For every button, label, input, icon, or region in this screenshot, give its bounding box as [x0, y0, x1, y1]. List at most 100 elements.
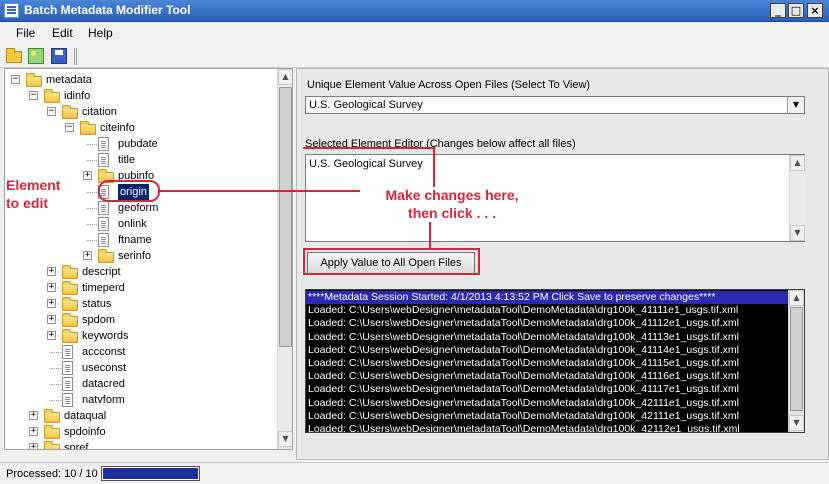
unique-value-selected: U.S. Geological Survey: [309, 99, 423, 111]
expand-icon[interactable]: +: [83, 171, 92, 180]
folder-icon: [44, 441, 60, 449]
session-log[interactable]: Loaded: C:\Users\webDesigner\metadataToo…: [305, 289, 805, 433]
tree-scrollbar[interactable]: ▲ ▼: [277, 69, 292, 449]
expand-icon[interactable]: +: [47, 315, 56, 324]
folder-icon: [98, 249, 114, 263]
tree-node-accconst[interactable]: accconst: [5, 344, 275, 360]
annotation-underline-editor: [303, 147, 433, 149]
log-scroll-down-icon[interactable]: ▼: [789, 415, 804, 431]
tree-node-label: status: [82, 298, 112, 310]
tree-node-label: pubdate: [118, 138, 158, 150]
save-icon[interactable]: [51, 48, 67, 64]
tree-connector: [87, 160, 97, 161]
collapse-icon[interactable]: −: [65, 123, 74, 132]
tree-node-label: citeinfo: [100, 122, 135, 134]
menu-help[interactable]: Help: [88, 26, 113, 40]
document-icon: [62, 393, 73, 407]
tree-node-spdoinfo[interactable]: + spdoinfo: [5, 424, 275, 440]
tree-connector: [51, 368, 61, 369]
editor-scroll-down-icon[interactable]: ▼: [790, 225, 805, 241]
tree-connector: [87, 144, 97, 145]
tree-node-label: onlink: [118, 218, 147, 230]
tree-node-keywords[interactable]: + keywords: [5, 328, 275, 344]
tree-node-pubdate[interactable]: pubdate: [5, 136, 275, 152]
expand-icon[interactable]: +: [83, 251, 92, 260]
tree-node-idinfo[interactable]: − idinfo: [5, 88, 275, 104]
expand-icon[interactable]: +: [29, 427, 38, 436]
menu-file[interactable]: File: [16, 26, 35, 40]
log-line: Loaded: C:\Users\webDesigner\metadataToo…: [308, 330, 739, 343]
tree-node-citeinfo[interactable]: − citeinfo: [5, 120, 275, 136]
tree-node-metadata[interactable]: − metadata: [5, 72, 275, 88]
tree-node-datacred[interactable]: datacred: [5, 376, 275, 392]
tree-node-spref[interactable]: + spref: [5, 440, 275, 449]
tree-node-label: descript: [82, 266, 121, 278]
folder-icon: [26, 73, 42, 87]
annotation-origin-highlight: [98, 180, 160, 202]
editor-value: U.S. Geological Survey: [309, 158, 423, 170]
collapse-icon[interactable]: −: [47, 107, 56, 116]
expand-icon[interactable]: +: [29, 411, 38, 420]
tree-node-natvform[interactable]: natvform: [5, 392, 275, 408]
tree-scroll-thumb[interactable]: [279, 87, 292, 347]
element-tree[interactable]: ▲ ▼ − metadata − idinfo − citation − citeinfo pu…: [4, 68, 293, 450]
minimize-button[interactable]: _: [770, 3, 786, 18]
log-header-line: ****Metadata Session Started: 4/1/2013 4…: [306, 291, 788, 304]
log-line: Loaded: C:\Users\webDesigner\metadataToo…: [308, 304, 739, 317]
tree-node-label: citation: [82, 106, 117, 118]
document-icon: [98, 233, 109, 247]
folder-icon: [62, 105, 78, 119]
open-image-icon[interactable]: [28, 48, 44, 64]
tree-node-serinfo[interactable]: + serinfo: [5, 248, 275, 264]
tree-node-title[interactable]: title: [5, 152, 275, 168]
title-bar: Batch Metadata Modifier Tool _ □ ×: [0, 0, 829, 22]
annotation-make-changes: Make changes here, then click . . .: [385, 187, 519, 221]
log-scroll-up-icon[interactable]: ▲: [789, 290, 804, 306]
folder-icon: [44, 425, 60, 439]
tree-node-onlink[interactable]: onlink: [5, 216, 275, 232]
collapse-icon[interactable]: −: [11, 75, 20, 84]
log-scrollbar[interactable]: ▲ ▼: [788, 290, 804, 432]
log-line: Loaded: C:\Users\webDesigner\metadataToo…: [308, 357, 739, 369]
tree-node-label: keywords: [82, 330, 129, 342]
status-text: Processed: 10 / 10: [6, 468, 98, 480]
tree-node-label: geoform: [118, 202, 159, 214]
log-line: Loaded: C:\Users\webDesigner\metadataToo…: [308, 396, 739, 409]
editor-scroll-up-icon[interactable]: ▲: [790, 155, 805, 171]
menu-edit[interactable]: Edit: [52, 26, 73, 40]
chevron-down-icon[interactable]: ▼: [787, 97, 804, 113]
tree-node-label: spdom: [82, 314, 116, 326]
tree-node-useconst[interactable]: useconst: [5, 360, 275, 376]
document-icon: [62, 361, 73, 375]
collapse-icon[interactable]: −: [29, 91, 38, 100]
maximize-button[interactable]: □: [788, 3, 804, 18]
expand-icon[interactable]: +: [29, 443, 38, 449]
tree-node-citation[interactable]: − citation: [5, 104, 275, 120]
tree-node-ftname[interactable]: ftname: [5, 232, 275, 248]
log-scroll-thumb[interactable]: [790, 307, 803, 411]
open-folder-icon[interactable]: [6, 48, 22, 63]
tree-node-label: spdoinfo: [64, 426, 106, 438]
expand-icon[interactable]: +: [47, 283, 56, 292]
progress-fill: [103, 468, 198, 479]
tree-node-label: metadata: [46, 74, 92, 86]
tree-node-descript[interactable]: + descript: [5, 264, 275, 280]
unique-value-dropdown[interactable]: U.S. Geological Survey ▼: [305, 96, 805, 114]
tree-scroll-up-icon[interactable]: ▲: [278, 69, 292, 85]
tree-node-timeperd[interactable]: + timeperd: [5, 280, 275, 296]
tree-node-dataqual[interactable]: + dataqual: [5, 408, 275, 424]
folder-icon: [62, 297, 78, 311]
annotation-vertical-line-bottom: [429, 222, 431, 248]
tree-node-label: dataqual: [64, 410, 107, 422]
editor-scrollbar[interactable]: ▲ ▼: [789, 155, 805, 241]
tree-node-label: useconst: [82, 362, 127, 374]
tree-scroll-down-icon[interactable]: ▼: [278, 431, 292, 447]
annotation-vertical-line-top: [433, 147, 435, 187]
expand-icon[interactable]: +: [47, 267, 56, 276]
close-button[interactable]: ×: [807, 3, 823, 18]
expand-icon[interactable]: +: [47, 299, 56, 308]
tree-node-status[interactable]: + status: [5, 296, 275, 312]
log-line: Loaded: C:\Users\webDesigner\metadataToo…: [308, 370, 739, 383]
expand-icon[interactable]: +: [47, 331, 56, 340]
tree-node-spdom[interactable]: + spdom: [5, 312, 275, 328]
